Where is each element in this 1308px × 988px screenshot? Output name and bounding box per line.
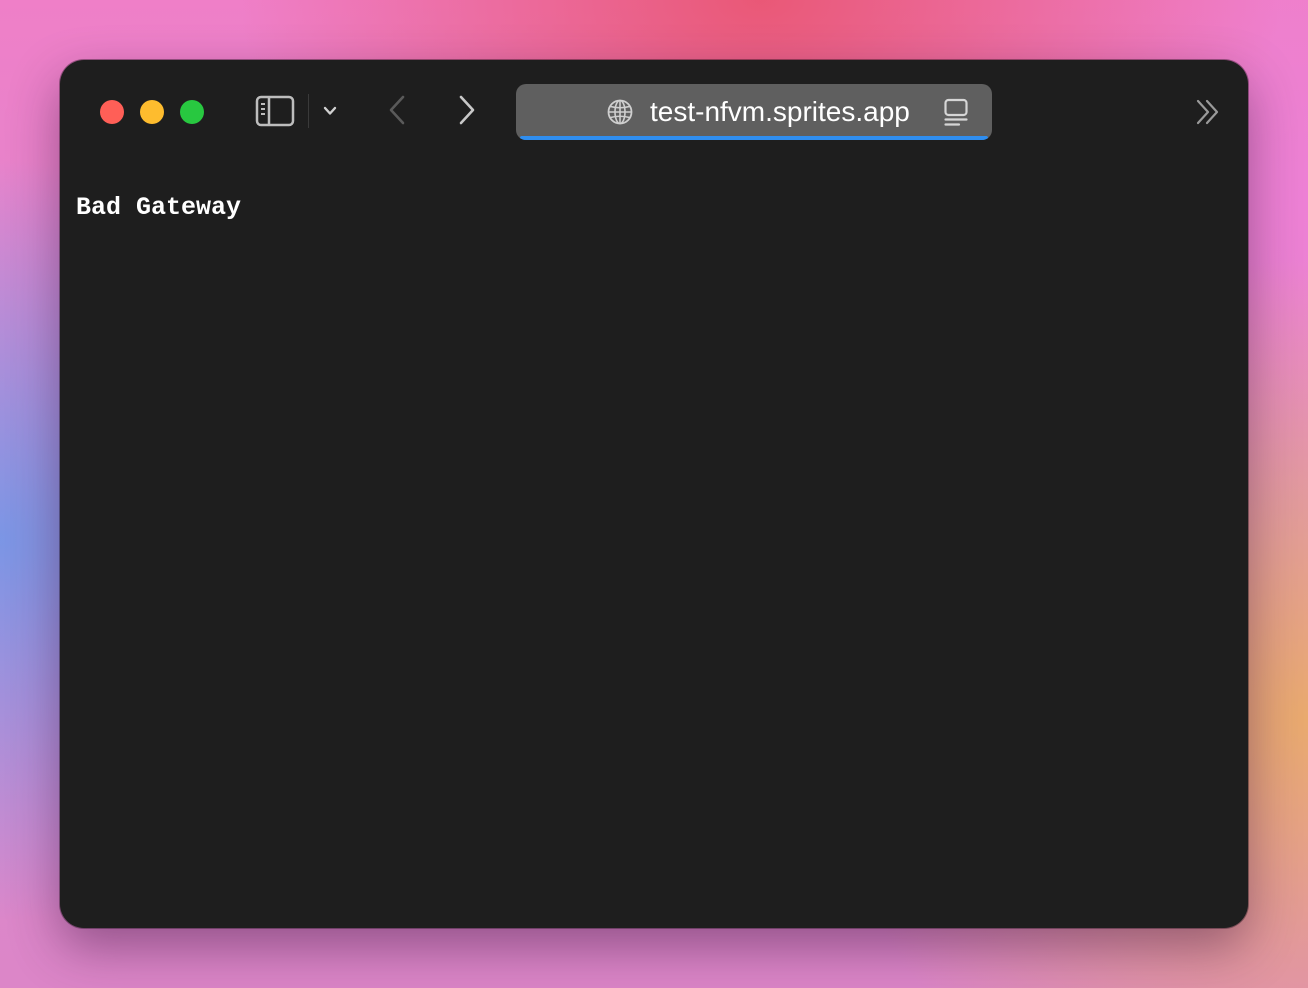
zoom-window-button[interactable] [180,100,204,124]
double-chevron-right-icon [1196,99,1219,125]
chevron-down-icon [323,106,337,115]
address-url[interactable]: test-nfvm.sprites.app [650,97,910,127]
toolbar-overflow-button[interactable] [1194,98,1222,126]
back-button[interactable] [382,92,412,128]
browser-toolbar: test-nfvm.sprites.app [60,60,1248,164]
page-load-progress-bar [520,136,988,140]
chevron-left-icon [389,95,405,125]
sidebar-toggle-button[interactable] [254,94,296,128]
tab-group-dropdown-button[interactable] [318,98,342,124]
forward-button[interactable] [452,92,482,128]
chevron-right-icon [459,95,475,125]
close-window-button[interactable] [100,100,124,124]
sidebar-icon [255,95,295,127]
toolbar-divider [308,94,309,128]
globe-icon [607,99,633,125]
error-message: Bad Gateway [76,193,242,222]
reader-mode-icon[interactable] [942,98,970,128]
browser-window: test-nfvm.sprites.app Bad Gateway [60,60,1248,928]
address-bar[interactable]: test-nfvm.sprites.app [516,84,992,140]
page-content: Bad Gateway [60,164,1248,928]
minimize-window-button[interactable] [140,100,164,124]
